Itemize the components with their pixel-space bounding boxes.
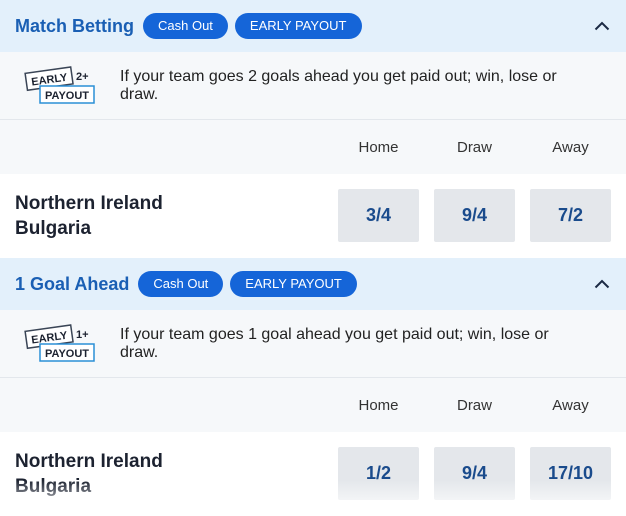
column-draw: Draw <box>434 397 515 414</box>
event-teams[interactable]: Northern Ireland Bulgaria <box>15 191 163 241</box>
odds-draw-button[interactable]: 9/4 <box>434 189 515 242</box>
home-team: Northern Ireland <box>15 449 163 474</box>
early-payout-pill[interactable]: EARLY PAYOUT <box>230 271 357 297</box>
column-draw: Draw <box>434 139 515 156</box>
badge-line2: PAYOUT <box>45 90 89 102</box>
event-row: Northern Ireland Bulgaria 1/2 9/4 17/10 <box>0 432 626 516</box>
badge-number: 1+ <box>76 329 89 341</box>
event-row: Northern Ireland Bulgaria 3/4 9/4 7/2 <box>0 174 626 258</box>
odds-home-button[interactable]: 1/2 <box>338 447 419 500</box>
early-payout-badge-icon: EARLY 2+ PAYOUT <box>24 66 100 106</box>
column-home: Home <box>338 397 419 414</box>
chevron-up-icon[interactable] <box>592 16 612 36</box>
market-header[interactable]: Match Betting Cash Out EARLY PAYOUT <box>0 0 626 52</box>
odds-home-button[interactable]: 3/4 <box>338 189 419 242</box>
early-payout-pill[interactable]: EARLY PAYOUT <box>235 13 362 39</box>
column-away: Away <box>530 139 611 156</box>
market-title: Match Betting <box>15 16 134 37</box>
column-away: Away <box>530 397 611 414</box>
market-match-betting: Match Betting Cash Out EARLY PAYOUT EARL… <box>0 0 626 258</box>
market-title: 1 Goal Ahead <box>15 274 129 295</box>
info-text: If your team goes 1 goal ahead you get p… <box>120 326 590 362</box>
cash-out-pill[interactable]: Cash Out <box>138 271 223 297</box>
market-header[interactable]: 1 Goal Ahead Cash Out EARLY PAYOUT <box>0 258 626 310</box>
away-team: Bulgaria <box>15 216 163 241</box>
column-home: Home <box>338 139 419 156</box>
chevron-up-icon[interactable] <box>592 274 612 294</box>
info-text: If your team goes 2 goals ahead you get … <box>120 68 590 104</box>
odds-draw-button[interactable]: 9/4 <box>434 447 515 500</box>
away-team: Bulgaria <box>15 474 163 499</box>
home-team: Northern Ireland <box>15 191 163 216</box>
cash-out-pill[interactable]: Cash Out <box>143 13 228 39</box>
column-headers: Home Draw Away <box>0 120 626 174</box>
early-payout-badge-icon: EARLY 1+ PAYOUT <box>24 324 100 364</box>
badge-number: 2+ <box>76 71 89 83</box>
market-1-goal-ahead: 1 Goal Ahead Cash Out EARLY PAYOUT EARLY… <box>0 258 626 516</box>
info-row: EARLY 1+ PAYOUT If your team goes 1 goal… <box>0 310 626 378</box>
badge-line2: PAYOUT <box>45 348 89 360</box>
odds-away-button[interactable]: 7/2 <box>530 189 611 242</box>
info-row: EARLY 2+ PAYOUT If your team goes 2 goal… <box>0 52 626 120</box>
event-teams[interactable]: Northern Ireland Bulgaria <box>15 449 163 499</box>
column-headers: Home Draw Away <box>0 378 626 432</box>
odds-away-button[interactable]: 17/10 <box>530 447 611 500</box>
